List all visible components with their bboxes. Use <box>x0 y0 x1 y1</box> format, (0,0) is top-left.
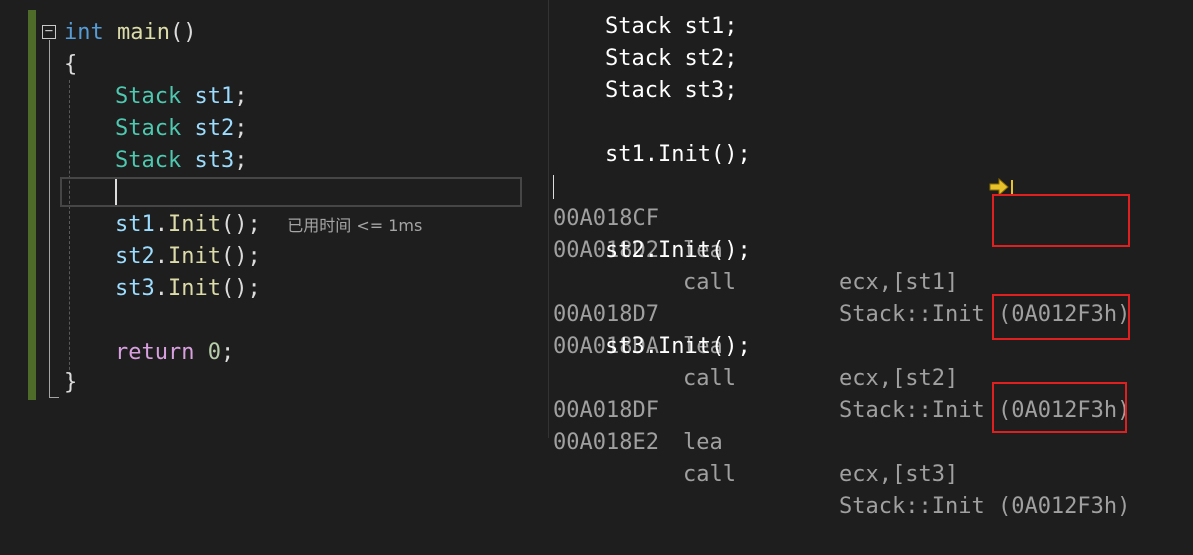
fold-line <box>49 40 50 398</box>
open-brace: { <box>64 52 78 77</box>
code-line-9[interactable]: st3.Init(); <box>115 273 261 305</box>
src-line-st1-init: st1.Init(); <box>605 142 751 167</box>
src-line-stack-st2: Stack st2; <box>605 46 738 71</box>
asm-operand: Stack::Init (0A012F3h) <box>839 494 1131 519</box>
source-editor[interactable]: − int main() { Stack st1; Stack st2; Sta… <box>0 0 548 438</box>
semicolon: ; <box>234 116 248 141</box>
code-line-5[interactable]: Stack st3; <box>115 145 247 177</box>
semicolon: ; <box>220 340 235 365</box>
var-st1: st1 <box>115 212 155 237</box>
type-stack: Stack <box>115 116 182 141</box>
highlight-box <box>992 194 1130 247</box>
var-st1: st1 <box>194 84 235 109</box>
disassembly-caret <box>553 175 554 199</box>
src-line-stack-st1: Stack st1; <box>605 14 738 39</box>
collapse-box-icon[interactable]: − <box>42 24 56 39</box>
src-line-stack-st3: Stack st3; <box>605 78 738 103</box>
call-parens: (); <box>220 244 261 269</box>
keyword-int: int <box>64 20 104 45</box>
asm-opcode: lea <box>683 430 723 455</box>
method-init: Init <box>168 276 221 301</box>
disassembly-view[interactable]: Stack st1; Stack st2; Stack st3; st1.Ini… <box>549 0 1193 519</box>
code-line-8[interactable]: st2.Init(); <box>115 241 261 273</box>
dot: . <box>154 276 168 301</box>
src-line-st2-init: st2.Init(); <box>605 238 751 263</box>
var-st3: st3 <box>115 276 155 301</box>
text-caret <box>115 179 117 205</box>
method-init: Init <box>168 212 221 237</box>
perf-tip: 已用时间 <= 1ms <box>287 216 423 235</box>
current-line-highlight <box>60 177 522 207</box>
call-parens: (); <box>220 212 261 237</box>
var-st2: st2 <box>115 244 155 269</box>
asm-address: 00A018E2 <box>553 430 659 455</box>
close-brace: } <box>64 370 78 395</box>
code-line-4[interactable]: Stack st2; <box>115 113 247 145</box>
type-stack: Stack <box>115 148 182 173</box>
function-main: main <box>117 20 170 45</box>
asm-operand: ecx,[st3] <box>839 462 959 487</box>
call-target-address: (0A012F3h) <box>997 494 1131 519</box>
highlight-box <box>992 294 1130 340</box>
parens: () <box>169 20 197 45</box>
semicolon: ; <box>234 84 248 109</box>
number-zero: 0 <box>207 340 221 365</box>
highlight-box <box>992 382 1127 433</box>
type-stack: Stack <box>115 84 182 109</box>
code-line-3[interactable]: Stack st1; <box>115 81 247 113</box>
indent-guide <box>69 80 70 380</box>
code-line-1[interactable]: int main() <box>64 17 196 49</box>
fold-line-end <box>49 397 59 398</box>
keyword-return: return <box>115 340 195 365</box>
asm-opcode: call <box>683 462 736 487</box>
var-st3: st3 <box>194 148 235 173</box>
dot: . <box>154 244 168 269</box>
change-tracking-bar <box>28 10 36 400</box>
src-line-st3-init: st3.Init(); <box>605 334 751 359</box>
code-line-12[interactable]: } <box>64 367 77 399</box>
method-init: Init <box>168 244 221 269</box>
code-line-11[interactable]: return 0; <box>115 337 234 369</box>
semicolon: ; <box>234 148 248 173</box>
code-line-2[interactable]: { <box>64 49 77 81</box>
var-st2: st2 <box>194 116 235 141</box>
code-line-7[interactable]: st1.Init(); 已用时间 <= 1ms <box>115 209 422 241</box>
dot: . <box>154 212 168 237</box>
call-parens: (); <box>220 276 261 301</box>
